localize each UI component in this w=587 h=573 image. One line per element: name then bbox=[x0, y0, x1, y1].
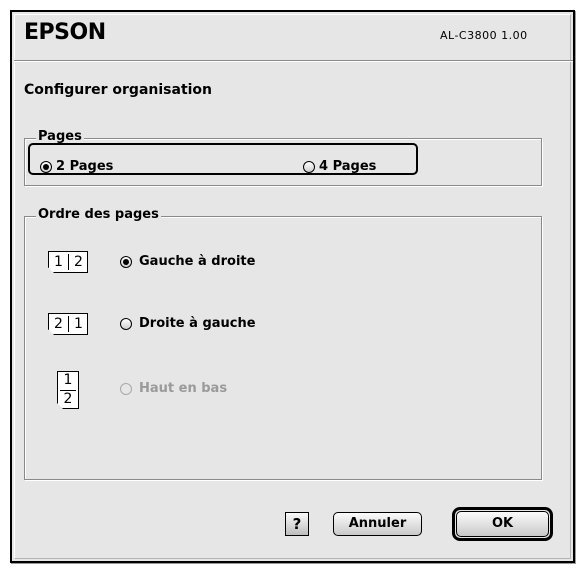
page-fold-corner bbox=[48, 329, 54, 335]
radio-top-to-bottom bbox=[120, 383, 132, 395]
page-icon-first-number: 1 bbox=[63, 372, 73, 388]
top-to-bottom-page-icon: 1 2 bbox=[57, 371, 79, 409]
page-order-group-label: Ordre des pages bbox=[36, 207, 161, 222]
radio-2-pages-label[interactable]: 2 Pages bbox=[56, 159, 113, 174]
radio-right-to-left[interactable] bbox=[120, 318, 132, 330]
page-fold-corner bbox=[57, 403, 63, 409]
radio-left-to-right-label[interactable]: Gauche à droite bbox=[139, 254, 255, 269]
radio-right-to-left-label[interactable]: Droite à gauche bbox=[139, 316, 256, 331]
printer-model-version: AL-C3800 1.00 bbox=[440, 29, 528, 42]
dialog-title: Configurer organisation bbox=[24, 82, 213, 98]
pages-group-label: Pages bbox=[36, 129, 84, 144]
page-fold-corner bbox=[48, 267, 54, 273]
page-icon-second-number: 1 bbox=[74, 316, 83, 332]
radio-4-pages-label[interactable]: 4 Pages bbox=[319, 159, 376, 174]
radio-left-to-right[interactable] bbox=[120, 256, 132, 268]
page-icon-second-number: 2 bbox=[74, 254, 83, 270]
radio-4-pages[interactable] bbox=[303, 161, 315, 173]
header-divider-highlight bbox=[14, 61, 573, 62]
left-to-right-page-icon: 1 2 bbox=[48, 251, 88, 273]
radio-2-pages[interactable] bbox=[40, 161, 52, 173]
page-order-group bbox=[24, 216, 542, 480]
cancel-button[interactable]: Annuler bbox=[333, 512, 422, 536]
right-to-left-page-icon: 2 1 bbox=[48, 313, 88, 335]
ok-button[interactable]: OK bbox=[456, 511, 549, 537]
radio-top-to-bottom-label: Haut en bas bbox=[139, 381, 228, 396]
help-button[interactable]: ? bbox=[285, 512, 309, 536]
brand-logo: EPSON bbox=[24, 20, 106, 45]
